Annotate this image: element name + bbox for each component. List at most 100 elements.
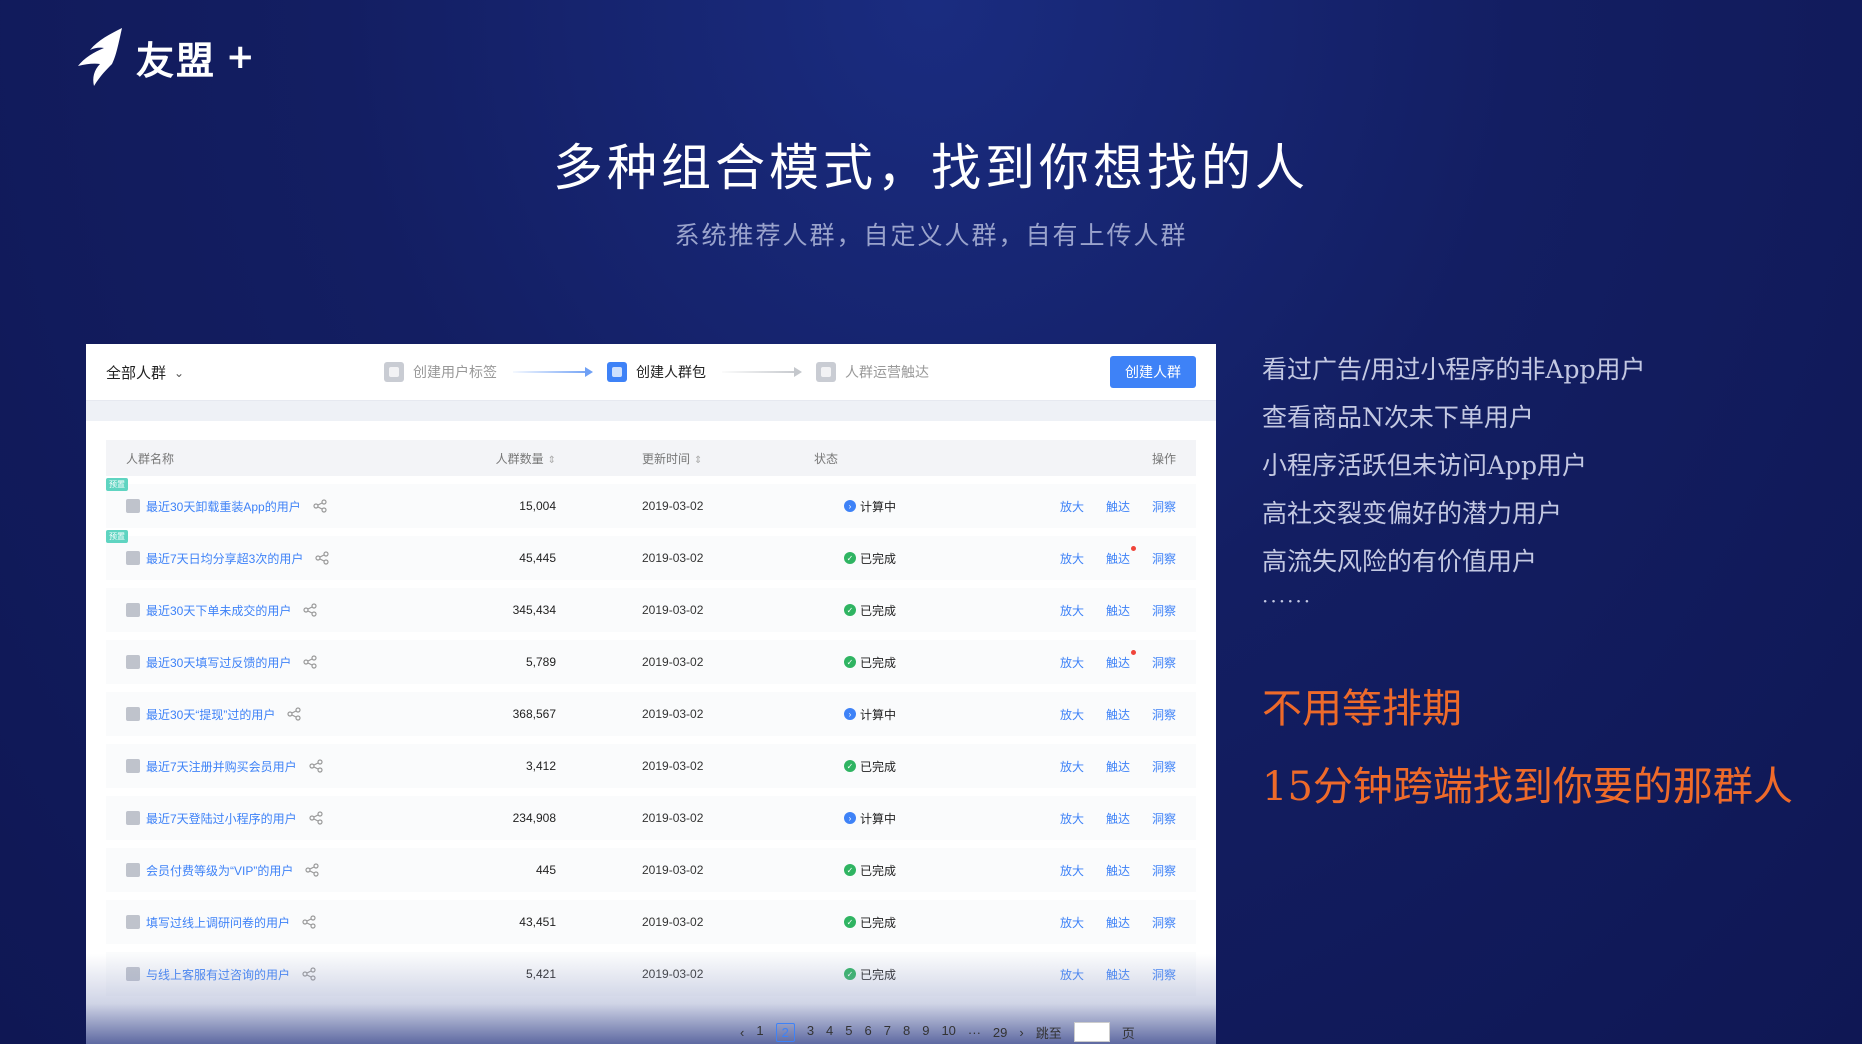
step-create-tag[interactable]: 创建用户标签 <box>384 362 497 382</box>
insight-action-link[interactable]: 洞察 <box>1152 498 1176 515</box>
audience-name-link[interactable]: 最近30天“提现”过的用户 <box>146 706 275 723</box>
jump-page-input[interactable] <box>1073 1022 1110 1042</box>
share-icon[interactable] <box>303 603 317 617</box>
step-create-audience[interactable]: 创建人群包 <box>607 362 706 382</box>
audience-name-link[interactable]: 最近30天下单未成交的用户 <box>146 602 291 619</box>
page-number[interactable]: 3 <box>807 1023 814 1042</box>
insight-action-link[interactable]: 洞察 <box>1152 914 1176 931</box>
audience-name-cell: 与线上客服有过咨询的用户 <box>106 966 456 983</box>
zoom-action-link[interactable]: 放大 <box>1060 758 1084 775</box>
table-row: 会员付费等级为“VIP”的用户 445 2019-03-02 ✓ 已完成 放大 … <box>106 848 1196 892</box>
row-actions: 放大 触达 洞察 <box>974 966 1196 983</box>
zoom-action-link[interactable]: 放大 <box>1060 498 1084 515</box>
insight-action-link[interactable]: 洞察 <box>1152 862 1176 879</box>
header-updated[interactable]: 更新时间 ⇕ <box>556 450 744 467</box>
table-row: 最近7天登陆过小程序的用户 234,908 2019-03-02 › 计算中 放… <box>106 796 1196 840</box>
audience-name-link[interactable]: 最近30天填写过反馈的用户 <box>146 654 291 671</box>
share-icon[interactable] <box>303 655 317 669</box>
insight-action-link[interactable]: 洞察 <box>1152 654 1176 671</box>
reach-action-link[interactable]: 触达 <box>1106 914 1130 931</box>
audience-name-link[interactable]: 填写过线上调研问卷的用户 <box>146 914 290 931</box>
row-actions: 放大 触达 洞察 <box>974 862 1196 879</box>
zoom-action-link[interactable]: 放大 <box>1060 706 1084 723</box>
page-number[interactable]: 5 <box>845 1023 852 1042</box>
audience-name-link[interactable]: 最近7天注册并购买会员用户 <box>146 758 297 775</box>
insight-action-link[interactable]: 洞察 <box>1152 550 1176 567</box>
step-arrow <box>722 367 802 377</box>
updated-date: 2019-03-02 <box>642 915 704 929</box>
zoom-action-link[interactable]: 放大 <box>1060 966 1084 983</box>
audience-name-cell: 最近7天注册并购买会员用户 <box>106 758 456 775</box>
check-circle-icon: ✓ <box>844 552 856 564</box>
check-circle-icon: ✓ <box>844 760 856 772</box>
insight-action-link[interactable]: 洞察 <box>1152 706 1176 723</box>
insight-action-link[interactable]: 洞察 <box>1152 810 1176 827</box>
audience-name-cell: 最近30天“提现”过的用户 <box>106 706 456 723</box>
use-case-list: 看过广告/用过小程序的非App用户 查看商品N次未下单用户 小程序活跃但未访问A… <box>1262 346 1646 626</box>
insight-action-link[interactable]: 洞察 <box>1152 602 1176 619</box>
step-operation-reach[interactable]: 人群运营触达 <box>816 362 929 382</box>
create-audience-button[interactable]: 创建人群 <box>1110 356 1196 388</box>
check-circle-icon: ✓ <box>844 656 856 668</box>
header-ops: 操作 <box>1151 451 1176 466</box>
updated-date: 2019-03-02 <box>642 759 704 773</box>
status-cell: ✓ 已完成 <box>744 966 974 983</box>
next-page-icon[interactable]: › <box>1019 1025 1023 1040</box>
page-number[interactable]: 9 <box>922 1023 929 1042</box>
updated-date: 2019-03-02 <box>642 499 704 513</box>
reach-icon <box>816 362 836 382</box>
status-text: 已完成 <box>860 603 897 618</box>
reach-action-link[interactable]: 触达 <box>1106 810 1130 827</box>
share-icon[interactable] <box>305 863 319 877</box>
user-pack-icon <box>607 362 627 382</box>
zoom-action-link[interactable]: 放大 <box>1060 914 1084 931</box>
user-icon <box>126 915 140 929</box>
status-text: 已完成 <box>860 967 897 982</box>
user-icon <box>126 655 140 669</box>
share-icon[interactable] <box>302 967 316 981</box>
reach-action-link[interactable]: 触达 <box>1106 498 1130 515</box>
page-number[interactable]: 10 <box>941 1023 955 1042</box>
page-number[interactable]: 2 <box>775 1022 795 1042</box>
zoom-action-link[interactable]: 放大 <box>1060 862 1084 879</box>
audience-name-link[interactable]: 会员付费等级为“VIP”的用户 <box>146 862 293 879</box>
prev-page-icon[interactable]: ‹ <box>740 1025 744 1040</box>
audience-name-link[interactable]: 最近30天卸载重装App的用户 <box>146 498 301 515</box>
audience-table: 人群名称 人群数量 ⇕ 更新时间 ⇕ 状态 操作 预置 最近30天卸载重装App的用… <box>106 440 1196 996</box>
zoom-action-link[interactable]: 放大 <box>1060 654 1084 671</box>
zoom-action-link[interactable]: 放大 <box>1060 810 1084 827</box>
header-count[interactable]: 人群数量 ⇕ <box>456 450 556 467</box>
share-icon[interactable] <box>287 707 301 721</box>
row-actions: 放大 触达 洞察 <box>974 914 1196 931</box>
page-number[interactable]: 1 <box>756 1023 763 1042</box>
insight-action-link[interactable]: 洞察 <box>1152 966 1176 983</box>
page-number[interactable]: 4 <box>826 1023 833 1042</box>
share-icon[interactable] <box>309 759 323 773</box>
brand-name: 友盟 <box>136 38 217 83</box>
page-number[interactable]: 6 <box>865 1023 872 1042</box>
page-number[interactable]: 7 <box>884 1023 891 1042</box>
reach-action-link[interactable]: 触达 <box>1106 602 1130 619</box>
audience-name-link[interactable]: 最近7天日均分享超3次的用户 <box>146 550 303 567</box>
page-number[interactable]: 8 <box>903 1023 910 1042</box>
insight-action-link[interactable]: 洞察 <box>1152 758 1176 775</box>
reach-action-link[interactable]: 触达 <box>1106 706 1130 723</box>
reach-action-link[interactable]: 触达 <box>1106 758 1130 775</box>
page-last[interactable]: 29 <box>993 1025 1007 1040</box>
reach-action-link[interactable]: 触达 <box>1106 966 1130 983</box>
reach-action-link[interactable]: 触达 <box>1106 862 1130 879</box>
status-cell: ✓ 已完成 <box>744 862 974 879</box>
reach-action-link[interactable]: 触达 <box>1106 545 1136 567</box>
share-icon[interactable] <box>315 551 329 565</box>
audience-filter-dropdown[interactable]: 全部人群 ⌄ <box>106 362 184 383</box>
audience-name-link[interactable]: 最近7天登陆过小程序的用户 <box>146 810 297 827</box>
zoom-action-link[interactable]: 放大 <box>1060 550 1084 567</box>
reach-action-link[interactable]: 触达 <box>1106 649 1136 671</box>
check-circle-icon: ✓ <box>844 864 856 876</box>
share-icon[interactable] <box>302 915 316 929</box>
share-icon[interactable] <box>309 811 323 825</box>
audience-name-link[interactable]: 与线上客服有过咨询的用户 <box>146 966 290 983</box>
zoom-action-link[interactable]: 放大 <box>1060 602 1084 619</box>
share-icon[interactable] <box>313 499 327 513</box>
wizard-steps: 创建用户标签 创建人群包 人群运营触达 <box>384 362 929 382</box>
